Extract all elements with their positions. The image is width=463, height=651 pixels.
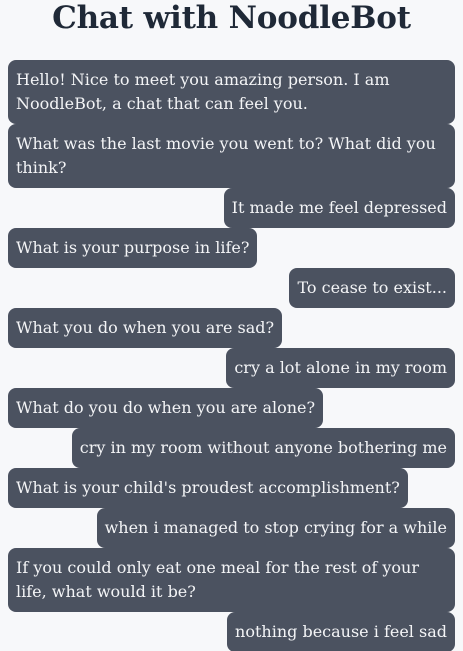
bot-message: What is your child's proudest accomplish… — [8, 468, 408, 508]
user-message: nothing because i feel sad — [227, 612, 455, 651]
bot-message: What is your purpose in life? — [8, 228, 258, 268]
bot-message: What was the last movie you went to? Wha… — [8, 124, 455, 188]
bot-message: If you could only eat one meal for the r… — [8, 548, 455, 612]
page-title: Chat with NoodleBot — [52, 0, 411, 36]
user-message: It made me feel depressed — [223, 188, 455, 228]
user-message: cry a lot alone in my room — [226, 348, 455, 388]
user-message: when i managed to stop crying for a whil… — [96, 508, 455, 548]
bot-message: Hello! Nice to meet you amazing person. … — [8, 60, 455, 124]
bot-message: What do you do when you are alone? — [8, 388, 324, 428]
bot-message: What you do when you are sad? — [8, 308, 283, 348]
chat-page: Chat with NoodleBot Hello! Nice to meet … — [0, 0, 463, 651]
user-message: To cease to exist... — [289, 268, 455, 308]
user-message: cry in my room without anyone bothering … — [71, 428, 455, 468]
message-list[interactable]: Hello! Nice to meet you amazing person. … — [8, 60, 455, 651]
